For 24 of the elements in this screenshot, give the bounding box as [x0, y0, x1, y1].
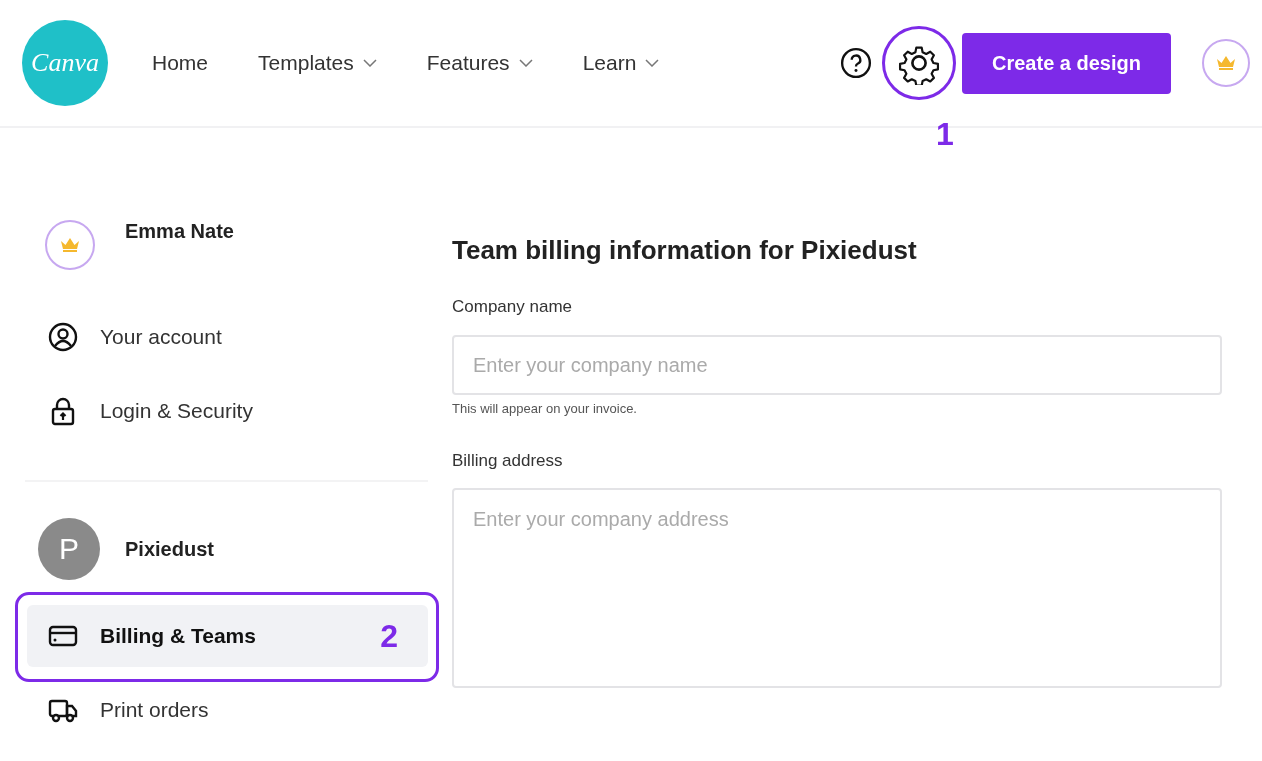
nav-link[interactable]: Learn — [582, 51, 660, 75]
user-circle-icon — [48, 322, 78, 352]
nav-link[interactable]: Home — [152, 51, 209, 75]
sidebar-item[interactable]: Print orders — [27, 679, 428, 741]
help-icon[interactable] — [840, 47, 872, 79]
page-title: Team billing information for Pixiedust — [452, 234, 918, 266]
field-hint: This will appear on your invoice. — [452, 402, 638, 416]
user-name: Emma Nate — [125, 220, 234, 243]
sidebar-item[interactable]: Login & Security — [27, 380, 428, 442]
text-area[interactable]: Enter your company address — [452, 488, 1222, 688]
field-label: Billing address — [452, 450, 564, 472]
create-design-button[interactable]: Create a design — [962, 32, 1171, 94]
nav-link[interactable]: Templates — [258, 51, 377, 75]
field-label: Company name — [452, 296, 573, 318]
crown-icon — [60, 237, 80, 253]
crown-icon — [1216, 55, 1236, 71]
callout-number: 1 — [936, 116, 954, 153]
callout-number: 2 — [380, 617, 398, 655]
sidebar-item[interactable]: Billing & Teams 2 — [27, 605, 428, 667]
input-field[interactable]: Enter your company name — [452, 335, 1222, 395]
team-name: Pixiedust — [125, 537, 214, 561]
team-avatar: P — [38, 518, 100, 580]
sidebar-item[interactable]: Your account — [27, 306, 428, 368]
nav-link[interactable]: Features — [426, 51, 533, 75]
